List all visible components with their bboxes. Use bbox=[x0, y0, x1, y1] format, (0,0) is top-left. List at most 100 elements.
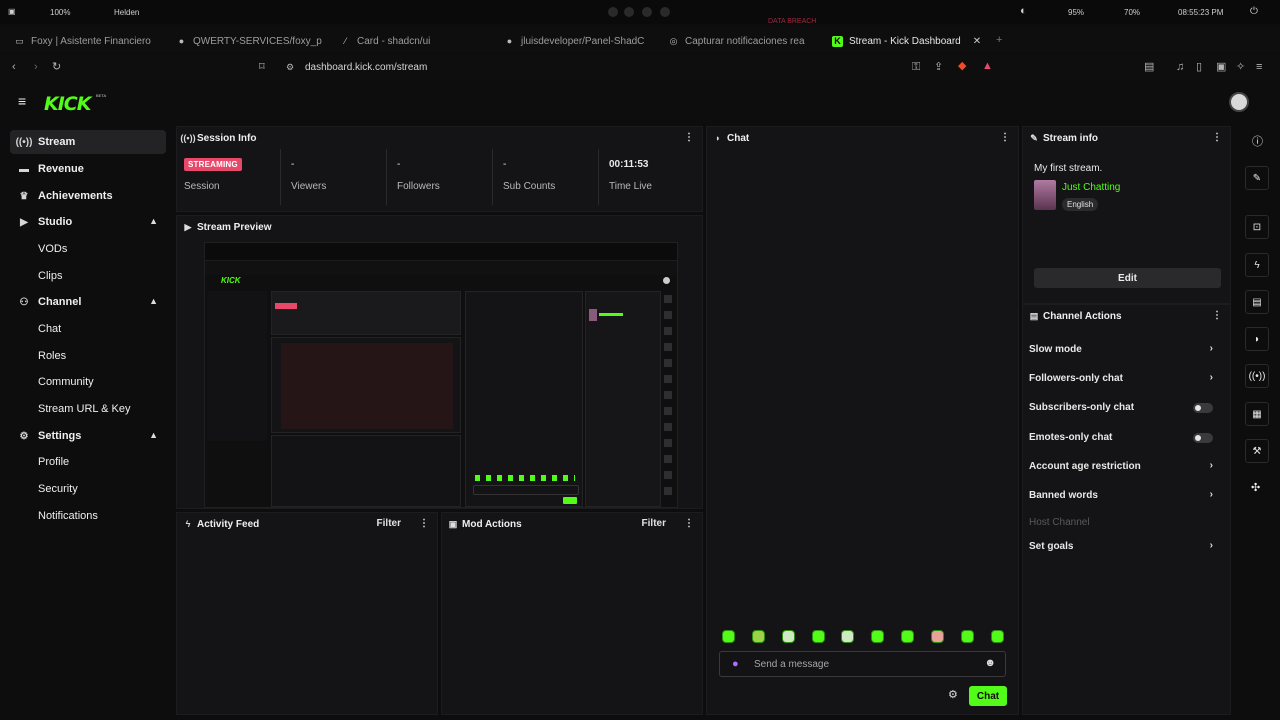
sidebar-item-profile[interactable]: Profile bbox=[10, 450, 166, 474]
tool-button[interactable]: ▦ bbox=[1245, 402, 1269, 426]
brave-shield-icon[interactable]: ◆ bbox=[958, 60, 966, 72]
more-options-icon[interactable]: ⋮ bbox=[684, 518, 694, 529]
sidebar-toggle-icon[interactable]: ▤ bbox=[1144, 61, 1154, 73]
tab-label: Stream - Kick Dashboard bbox=[849, 35, 961, 47]
sidebar-item-security[interactable]: Security bbox=[10, 477, 166, 501]
more-options-icon[interactable]: ⋮ bbox=[1212, 132, 1222, 143]
stream-info-header: ✎ Stream info ⋮ bbox=[1023, 127, 1230, 149]
forward-icon[interactable]: › bbox=[34, 61, 38, 73]
channel-action-set-goals[interactable]: Set goals › bbox=[1023, 533, 1223, 562]
extensions-icon[interactable]: ✧ bbox=[1236, 61, 1245, 73]
chat-send-button[interactable]: Chat bbox=[969, 686, 1007, 706]
tool-button[interactable]: ϟ bbox=[1245, 253, 1269, 277]
tool-button[interactable]: ((•)) bbox=[1245, 364, 1269, 388]
filter-button[interactable]: Filter bbox=[642, 518, 666, 529]
close-tab-icon[interactable]: ✕ bbox=[973, 36, 981, 47]
channel-action-account-age[interactable]: Account age restriction › bbox=[1023, 453, 1223, 482]
emote-icon[interactable] bbox=[812, 630, 825, 643]
browser-tab[interactable]: ◎ Capturar notificaciones rea bbox=[668, 32, 818, 50]
browser-tab[interactable]: ● QWERTY-SERVICES/foxy_p bbox=[176, 32, 326, 50]
sidebar-item-revenue[interactable]: ▬ Revenue bbox=[10, 157, 166, 181]
rewards-icon[interactable]: ▲ bbox=[982, 60, 993, 72]
emote-icon[interactable] bbox=[722, 630, 735, 643]
more-options-icon[interactable]: ⋮ bbox=[684, 132, 694, 143]
channel-action-followers-only[interactable]: Followers-only chat › bbox=[1023, 365, 1223, 394]
tab-label: Foxy | Asistente Financiero bbox=[31, 35, 151, 47]
share-icon[interactable]: ⇪ bbox=[934, 61, 943, 73]
emote-icon[interactable] bbox=[841, 630, 854, 643]
power-icon[interactable]: ⏻ bbox=[1250, 6, 1258, 17]
emote-icon[interactable] bbox=[782, 630, 795, 643]
browser-tab[interactable]: ● jluisdeveloper/Panel-ShadC bbox=[504, 32, 654, 50]
app-icon[interactable]: ◐ bbox=[1020, 5, 1027, 17]
emoji-icon[interactable]: ☻ bbox=[984, 657, 996, 669]
site-info-icon[interactable]: ⚙ bbox=[286, 61, 294, 73]
sidebar-item-vods[interactable]: VODs bbox=[10, 237, 166, 261]
bookmark-icon[interactable]: ⌑ bbox=[259, 61, 265, 73]
sidebar-item-achievements[interactable]: ♛ Achievements bbox=[10, 184, 166, 208]
chat-header: ◗ Chat ⋮ bbox=[707, 127, 1018, 149]
tool-button[interactable]: ◗ bbox=[1245, 327, 1269, 351]
more-options-icon[interactable]: ⋮ bbox=[1212, 310, 1222, 321]
microphone-icon[interactable]: ● bbox=[732, 658, 739, 670]
sidebar-item-community[interactable]: Community bbox=[10, 370, 166, 394]
right-tool-rail: ⓘ ✎ ⊡ ϟ ▤ ◗ ((•)) ▦ ⚒ ✣ bbox=[1240, 126, 1276, 506]
category-link[interactable]: Just Chatting bbox=[1062, 182, 1120, 193]
sidebar-item-channel[interactable]: ⚇ Channel ▲ bbox=[10, 290, 166, 314]
panel-title: Stream Preview bbox=[197, 221, 272, 233]
gear-icon: ⚙ bbox=[19, 430, 29, 442]
tool-button[interactable]: ⊡ bbox=[1245, 215, 1269, 239]
emote-icon[interactable] bbox=[931, 630, 944, 643]
music-icon[interactable]: ♫ bbox=[1176, 61, 1184, 73]
add-widget-icon[interactable]: ✣ bbox=[1251, 482, 1260, 494]
channel-action-slow-mode[interactable]: Slow mode › bbox=[1023, 336, 1223, 365]
tool-button[interactable]: ⚒ bbox=[1245, 439, 1269, 463]
emote-icon[interactable] bbox=[961, 630, 974, 643]
subscribers-only-toggle[interactable] bbox=[1193, 403, 1213, 413]
apps-icon[interactable]: ▣ bbox=[8, 7, 16, 16]
reload-icon[interactable]: ↻ bbox=[52, 61, 61, 73]
emote-icon[interactable] bbox=[752, 630, 765, 643]
wallet-icon[interactable]: ▣ bbox=[1216, 61, 1226, 73]
kick-logo[interactable]: KICK bbox=[44, 93, 91, 115]
browser-tab[interactable]: ▭ Foxy | Asistente Financiero bbox=[14, 32, 164, 50]
sidebar-item-label: Settings bbox=[38, 430, 82, 442]
channel-action-emotes-only: Emotes-only chat bbox=[1023, 424, 1223, 453]
sidebar-item-label: Studio bbox=[38, 216, 73, 228]
filter-button[interactable]: Filter bbox=[377, 518, 401, 529]
sidebar-item-settings[interactable]: ⚙ Settings ▲ bbox=[10, 424, 166, 448]
sidebar-item-chat[interactable]: Chat bbox=[10, 317, 166, 341]
key-icon[interactable]: ⚿ bbox=[912, 61, 920, 73]
back-icon[interactable]: ‹ bbox=[12, 61, 16, 73]
emote-icon[interactable] bbox=[991, 630, 1004, 643]
emote-icon[interactable] bbox=[901, 630, 914, 643]
chat-settings-icon[interactable]: ⚙ bbox=[948, 689, 958, 701]
sidebar-item-label: Revenue bbox=[38, 163, 84, 175]
sidebar-item-stream-url-key[interactable]: Stream URL & Key bbox=[10, 397, 166, 421]
tool-button[interactable]: ▤ bbox=[1245, 290, 1269, 314]
info-icon[interactable]: ⓘ bbox=[1252, 136, 1263, 148]
browser-tab[interactable]: ⁄ Card - shadcn/ui bbox=[340, 32, 490, 50]
edit-tool-button[interactable]: ✎ bbox=[1245, 166, 1269, 190]
stream-preview-video[interactable]: KICK bbox=[204, 242, 678, 508]
hamburger-menu-icon[interactable]: ≡ bbox=[18, 94, 26, 108]
channel-action-banned-words[interactable]: Banned words › bbox=[1023, 482, 1223, 511]
sidebar-item-roles[interactable]: Roles bbox=[10, 344, 166, 368]
user-avatar[interactable] bbox=[1229, 92, 1249, 112]
sidebar-item-label: Roles bbox=[38, 350, 67, 362]
sidebar-item-notifications[interactable]: Notifications bbox=[10, 504, 166, 528]
more-options-icon[interactable]: ⋮ bbox=[419, 518, 429, 529]
menu-icon[interactable]: ≡ bbox=[1256, 61, 1262, 73]
browser-tab-active[interactable]: K Stream - Kick Dashboard ✕ bbox=[832, 32, 992, 50]
sidebar-item-studio[interactable]: ▶ Studio ▲ bbox=[10, 210, 166, 234]
chat-message-input[interactable]: ● Send a message ☻ bbox=[719, 651, 1006, 677]
url-text[interactable]: dashboard.kick.com/stream bbox=[305, 62, 427, 73]
more-options-icon[interactable]: ⋮ bbox=[1000, 132, 1010, 143]
panel-icon[interactable]: ▯ bbox=[1196, 61, 1202, 73]
emotes-only-toggle[interactable] bbox=[1193, 433, 1213, 443]
sidebar-item-clips[interactable]: Clips bbox=[10, 264, 166, 288]
sidebar-item-stream[interactable]: ((•)) Stream bbox=[10, 130, 166, 154]
emote-icon[interactable] bbox=[871, 630, 884, 643]
edit-button[interactable]: Edit bbox=[1034, 268, 1221, 288]
new-tab-icon[interactable]: + bbox=[996, 34, 1002, 46]
